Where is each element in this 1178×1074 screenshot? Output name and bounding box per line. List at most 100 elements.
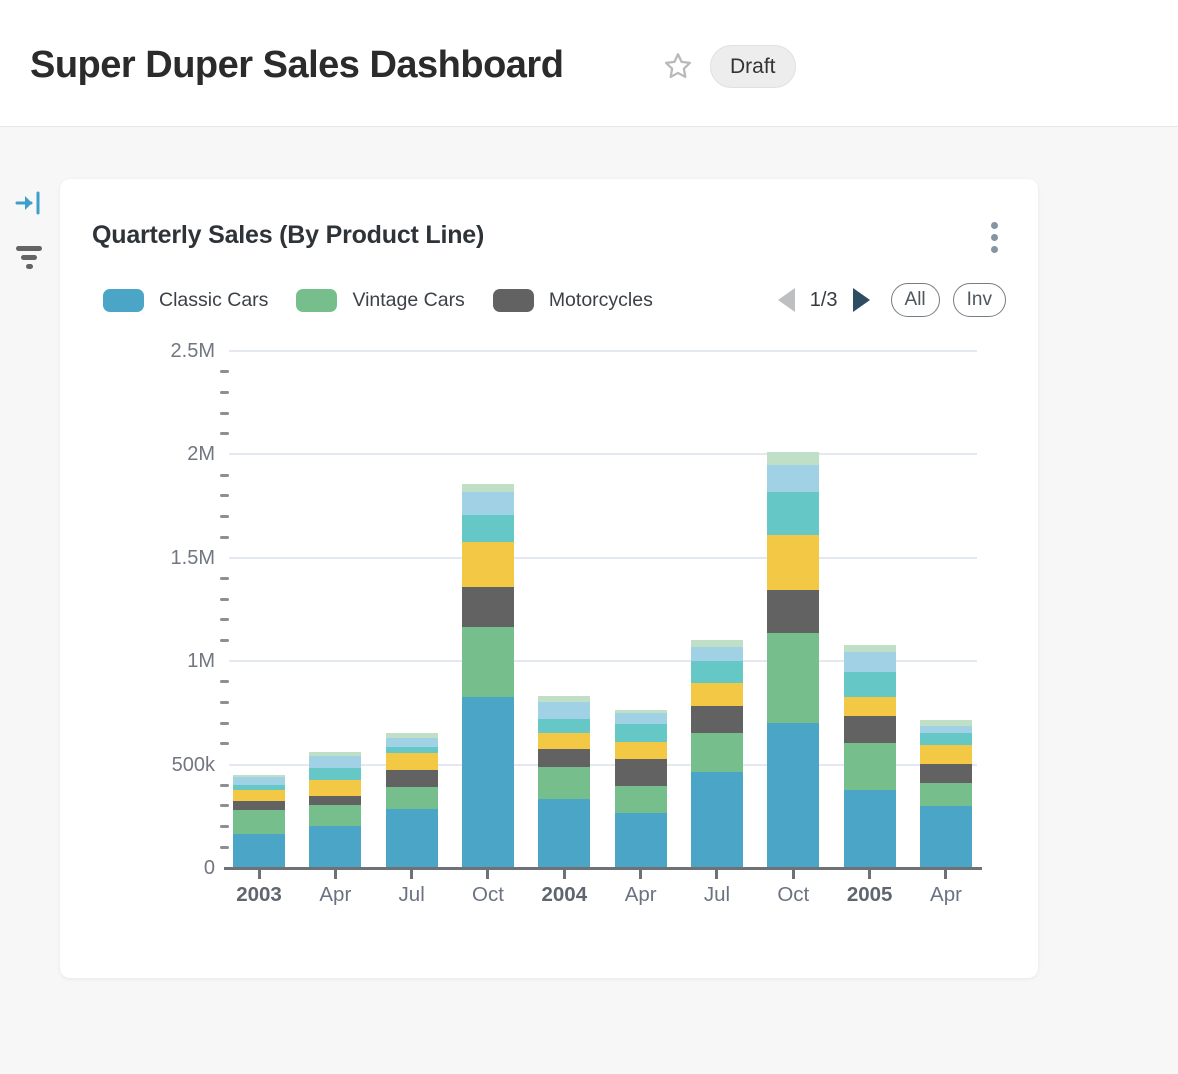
bar-segment[interactable]: [844, 716, 896, 743]
bar-segment[interactable]: [386, 738, 438, 747]
legend-item-motorcycles[interactable]: Motorcycles: [493, 289, 653, 312]
x-axis-tick: [334, 870, 337, 879]
x-axis-tick: [410, 870, 413, 879]
bar-segment[interactable]: [309, 756, 361, 767]
bar-apr-9[interactable]: [920, 720, 972, 868]
bar-segment[interactable]: [538, 719, 590, 732]
bar-segment[interactable]: [233, 810, 285, 834]
bar-segment[interactable]: [920, 806, 972, 868]
bar-segment[interactable]: [462, 627, 514, 697]
bar-segment[interactable]: [691, 683, 743, 706]
bar-segment[interactable]: [844, 790, 896, 868]
bar-segment[interactable]: [920, 745, 972, 764]
bar-2005-8[interactable]: [844, 645, 896, 868]
y-axis-tick-label: 2M: [95, 443, 215, 466]
bar-segment[interactable]: [233, 777, 285, 785]
bar-apr-5[interactable]: [615, 710, 667, 868]
bar-segment[interactable]: [615, 786, 667, 813]
bar-segment[interactable]: [844, 652, 896, 672]
legend-prev-arrow-icon[interactable]: [778, 288, 795, 312]
legend-swatch: [103, 289, 144, 312]
bar-segment[interactable]: [538, 749, 590, 767]
bar-segment[interactable]: [691, 647, 743, 661]
more-options-button[interactable]: [980, 215, 1008, 259]
bar-segment[interactable]: [462, 515, 514, 542]
legend-toggle-buttons: All Inv: [891, 283, 1006, 317]
bar-segment[interactable]: [767, 633, 819, 723]
y-axis-minor-tick: [220, 804, 229, 807]
bar-segment[interactable]: [233, 801, 285, 810]
bar-oct-3[interactable]: [462, 484, 514, 868]
bar-segment[interactable]: [309, 768, 361, 780]
bar-segment[interactable]: [233, 790, 285, 800]
bar-segment[interactable]: [767, 452, 819, 464]
bar-segment[interactable]: [615, 713, 667, 724]
legend-next-arrow-icon[interactable]: [853, 288, 870, 312]
y-axis-minor-tick: [220, 701, 229, 704]
bar-segment[interactable]: [920, 783, 972, 806]
bar-segment[interactable]: [233, 834, 285, 868]
bar-segment[interactable]: [615, 742, 667, 760]
bar-segment[interactable]: [767, 535, 819, 590]
bar-2004-4[interactable]: [538, 696, 590, 868]
bar-segment[interactable]: [309, 780, 361, 796]
bar-segment[interactable]: [615, 759, 667, 786]
bar-segment[interactable]: [462, 484, 514, 491]
bar-oct-7[interactable]: [767, 452, 819, 868]
legend-item-vintage-cars[interactable]: Vintage Cars: [296, 289, 464, 312]
bar-segment[interactable]: [691, 733, 743, 772]
bar-segment[interactable]: [844, 645, 896, 652]
y-axis-minor-tick: [220, 618, 229, 621]
legend-label: Classic Cars: [159, 289, 268, 312]
x-axis-tick: [486, 870, 489, 879]
page-title: Super Duper Sales Dashboard: [30, 44, 563, 87]
x-axis-tick: [563, 870, 566, 879]
bar-segment[interactable]: [615, 813, 667, 868]
bar-segment[interactable]: [538, 767, 590, 799]
bar-jul-6[interactable]: [691, 640, 743, 868]
bar-segment[interactable]: [538, 702, 590, 720]
chart-title: Quarterly Sales (By Product Line): [92, 221, 484, 250]
bar-segment[interactable]: [538, 733, 590, 750]
bar-segment[interactable]: [920, 733, 972, 745]
bar-2003-0[interactable]: [233, 775, 285, 868]
bar-segment[interactable]: [615, 724, 667, 742]
favorite-star-icon[interactable]: [662, 50, 694, 82]
bar-segment[interactable]: [844, 697, 896, 716]
bar-segment[interactable]: [386, 770, 438, 788]
bar-segment[interactable]: [462, 587, 514, 627]
invert-selection-button[interactable]: Inv: [953, 283, 1006, 317]
bar-segment[interactable]: [844, 672, 896, 698]
select-all-button[interactable]: All: [891, 283, 940, 317]
bar-segment[interactable]: [462, 492, 514, 516]
bar-segment[interactable]: [767, 723, 819, 868]
y-axis-minor-tick: [220, 370, 229, 373]
bar-segment[interactable]: [691, 640, 743, 647]
bar-segment[interactable]: [767, 492, 819, 535]
bar-segment[interactable]: [386, 753, 438, 770]
legend-item-classic-cars[interactable]: Classic Cars: [103, 289, 268, 312]
bar-segment[interactable]: [844, 743, 896, 791]
bar-apr-1[interactable]: [309, 752, 361, 868]
bar-segment[interactable]: [767, 465, 819, 492]
filter-button[interactable]: [12, 242, 46, 272]
bar-segment[interactable]: [767, 590, 819, 633]
bar-segment[interactable]: [691, 661, 743, 683]
bar-segment[interactable]: [691, 772, 743, 868]
legend-pager: 1/3: [778, 288, 870, 312]
bar-segment[interactable]: [538, 799, 590, 868]
bar-segment[interactable]: [386, 809, 438, 868]
bar-segment[interactable]: [386, 787, 438, 809]
collapse-panel-button[interactable]: [12, 190, 46, 220]
y-axis-minor-tick: [220, 474, 229, 477]
bar-segment[interactable]: [309, 805, 361, 826]
y-axis-minor-tick: [220, 494, 229, 497]
bar-segment[interactable]: [462, 697, 514, 868]
bar-segment[interactable]: [309, 796, 361, 805]
bar-segment[interactable]: [309, 826, 361, 868]
bar-jul-2[interactable]: [386, 733, 438, 868]
bar-segment[interactable]: [920, 764, 972, 784]
bar-segment[interactable]: [462, 542, 514, 586]
bar-segment[interactable]: [691, 706, 743, 733]
y-axis-minor-tick: [220, 577, 229, 580]
